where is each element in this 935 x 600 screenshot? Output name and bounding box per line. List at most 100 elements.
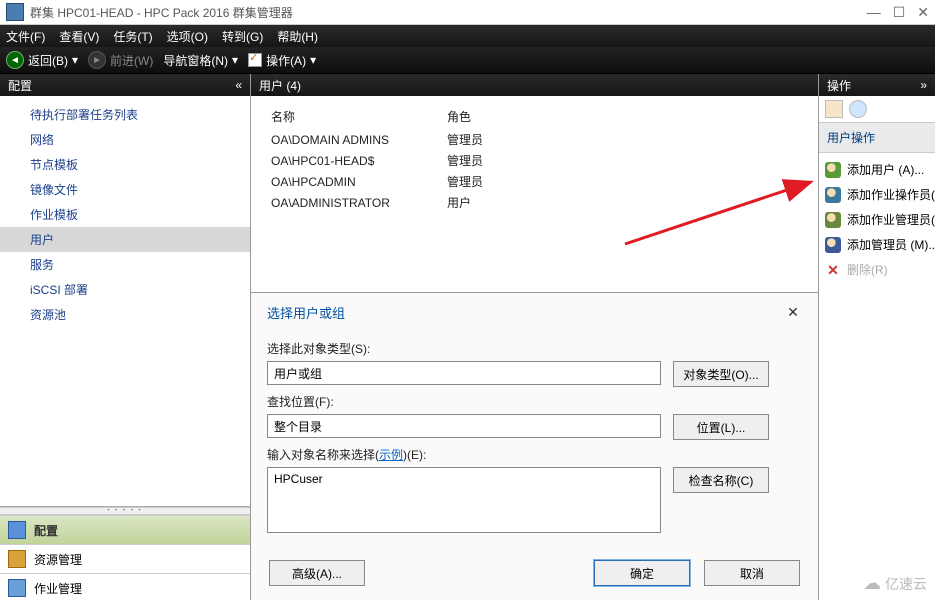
- toolbar: ◄ 返回(B) ▾ ► 前进(W) 导航窗格(N) ▾ 操作(A) ▾: [0, 47, 935, 74]
- users-list: 名称 角色 OA\DOMAIN ADMINS管理员 OA\HPC01-HEAD$…: [251, 96, 818, 221]
- right-panel: 操作 » 用户操作 添加用户 (A)... 添加作业操作员(O 添加作业管理员(…: [819, 74, 935, 600]
- middle-panel: 用户 (4) 名称 角色 OA\DOMAIN ADMINS管理员 OA\HPC0…: [251, 74, 819, 600]
- nav-item-users[interactable]: 用户: [0, 227, 250, 252]
- cancel-button[interactable]: 取消: [704, 560, 800, 586]
- nav-item-node-templates[interactable]: 节点模板: [0, 152, 250, 177]
- dropdown-icon: ▾: [232, 53, 238, 67]
- cell-role: 用户: [439, 192, 806, 213]
- actions-label: 操作(A): [266, 52, 306, 69]
- names-label-suffix: )(E):: [403, 448, 426, 462]
- menu-file[interactable]: 文件(F): [6, 28, 45, 45]
- menu-help[interactable]: 帮助(H): [277, 28, 318, 45]
- help-icon[interactable]: [849, 100, 867, 118]
- nav-tree: 待执行部署任务列表 网络 节点模板 镜像文件 作业模板 用户 服务 iSCSI …: [0, 96, 250, 506]
- nav-item-job-templates[interactable]: 作业模板: [0, 202, 250, 227]
- cell-role: 管理员: [439, 150, 806, 171]
- left-panel-header: 配置 «: [0, 74, 250, 96]
- action-label: 删除(R): [847, 261, 888, 278]
- nav-item-resource-pools[interactable]: 资源池: [0, 302, 250, 327]
- action-add-admin[interactable]: 添加管理员 (M)...: [819, 232, 935, 257]
- action-list: 添加用户 (A)... 添加作业操作员(O 添加作业管理员(J) 添加管理员 (…: [819, 153, 935, 286]
- close-button[interactable]: ✕: [917, 4, 929, 21]
- user-icon: [825, 212, 841, 228]
- table-row[interactable]: OA\ADMINISTRATOR用户: [263, 192, 806, 213]
- action-add-operator[interactable]: 添加作业操作员(O: [819, 182, 935, 207]
- object-names-input[interactable]: HPCuser: [267, 467, 661, 533]
- nav-item-images[interactable]: 镜像文件: [0, 177, 250, 202]
- user-icon: [825, 187, 841, 203]
- action-remove: 删除(R): [819, 257, 935, 282]
- nav-item-iscsi[interactable]: iSCSI 部署: [0, 277, 250, 302]
- right-panel-header: 操作 »: [819, 74, 935, 96]
- user-icon: [825, 162, 841, 178]
- names-label-prefix: 输入对象名称来选择(: [267, 448, 379, 462]
- check-names-button[interactable]: 检查名称(C): [673, 467, 769, 493]
- cell-name: OA\HPCADMIN: [263, 171, 439, 192]
- expand-icon[interactable]: »: [920, 78, 927, 92]
- actions-button[interactable]: 操作(A) ▾: [248, 52, 316, 69]
- cell-role: 管理员: [439, 171, 806, 192]
- object-type-button[interactable]: 对象类型(O)...: [673, 361, 769, 387]
- menu-goto[interactable]: 转到(G): [222, 28, 263, 45]
- table-row[interactable]: OA\HPC01-HEAD$管理员: [263, 150, 806, 171]
- location-button[interactable]: 位置(L)...: [673, 414, 769, 440]
- bottom-nav-job[interactable]: 作业管理: [0, 573, 250, 600]
- dialog-close-button[interactable]: ✕: [784, 304, 802, 322]
- object-type-label: 选择此对象类型(S):: [267, 340, 802, 357]
- navpane-label: 导航窗格(N): [163, 52, 228, 69]
- action-label: 添加作业管理员(J): [847, 211, 935, 228]
- bottom-nav-resource-label: 资源管理: [34, 551, 82, 568]
- bottom-nav-config-label: 配置: [34, 522, 58, 539]
- right-tools: [819, 96, 935, 123]
- right-section-header: 用户操作: [819, 123, 935, 153]
- table-row[interactable]: OA\DOMAIN ADMINS管理员: [263, 129, 806, 150]
- navpane-button[interactable]: 导航窗格(N) ▾: [163, 52, 238, 69]
- nav-item-network[interactable]: 网络: [0, 127, 250, 152]
- user-icon: [825, 237, 841, 253]
- middle-panel-title: 用户 (4): [259, 77, 301, 94]
- column-name[interactable]: 名称: [263, 104, 439, 129]
- delete-icon: [825, 262, 841, 278]
- location-field: [267, 414, 661, 438]
- menu-bar: 文件(F) 查看(V) 任务(T) 选项(O) 转到(G) 帮助(H): [0, 25, 935, 47]
- app-icon: [6, 3, 24, 21]
- maximize-button[interactable]: ☐: [893, 4, 906, 21]
- back-icon: ◄: [6, 51, 24, 69]
- object-names-label: 输入对象名称来选择(示例)(E):: [267, 446, 802, 463]
- splitter-handle[interactable]: • • • • •: [0, 507, 250, 515]
- action-add-user[interactable]: 添加用户 (A)...: [819, 157, 935, 182]
- back-label: 返回(B): [28, 52, 68, 69]
- table-row[interactable]: OA\HPCADMIN管理员: [263, 171, 806, 192]
- menu-options[interactable]: 选项(O): [167, 28, 208, 45]
- cell-role: 管理员: [439, 129, 806, 150]
- menu-tasks[interactable]: 任务(T): [113, 28, 152, 45]
- forward-icon: ►: [88, 51, 106, 69]
- menu-view[interactable]: 查看(V): [59, 28, 99, 45]
- dropdown-icon: ▾: [72, 53, 78, 67]
- checkbox-icon: [248, 53, 262, 67]
- ok-button[interactable]: 确定: [594, 560, 690, 586]
- bottom-nav-config[interactable]: 配置: [0, 515, 250, 544]
- cell-name: OA\HPC01-HEAD$: [263, 150, 439, 171]
- config-icon: [8, 521, 26, 539]
- left-bottom-nav: • • • • • 配置 资源管理 作业管理: [0, 506, 250, 600]
- left-panel: 配置 « 待执行部署任务列表 网络 节点模板 镜像文件 作业模板 用户 服务 i…: [0, 74, 251, 600]
- minimize-button[interactable]: —: [867, 4, 881, 21]
- select-users-dialog: 选择用户或组 ✕ 选择此对象类型(S): 对象类型(O)... 查找位置(F):…: [251, 292, 818, 600]
- forward-button: ► 前进(W): [88, 51, 153, 69]
- back-button[interactable]: ◄ 返回(B) ▾: [6, 51, 78, 69]
- clipboard-icon[interactable]: [825, 100, 843, 118]
- bottom-nav-resource[interactable]: 资源管理: [0, 544, 250, 573]
- action-add-jobadmin[interactable]: 添加作业管理员(J): [819, 207, 935, 232]
- dropdown-icon: ▾: [310, 53, 316, 67]
- nav-item-services[interactable]: 服务: [0, 252, 250, 277]
- examples-link[interactable]: 示例: [379, 448, 403, 462]
- location-label: 查找位置(F):: [267, 393, 802, 410]
- collapse-icon[interactable]: «: [235, 78, 242, 92]
- column-role[interactable]: 角色: [439, 104, 806, 129]
- cell-name: OA\DOMAIN ADMINS: [263, 129, 439, 150]
- resource-icon: [8, 550, 26, 568]
- nav-item-deploy-tasks[interactable]: 待执行部署任务列表: [0, 102, 250, 127]
- advanced-button[interactable]: 高级(A)...: [269, 560, 365, 586]
- dialog-title: 选择用户或组: [267, 303, 345, 322]
